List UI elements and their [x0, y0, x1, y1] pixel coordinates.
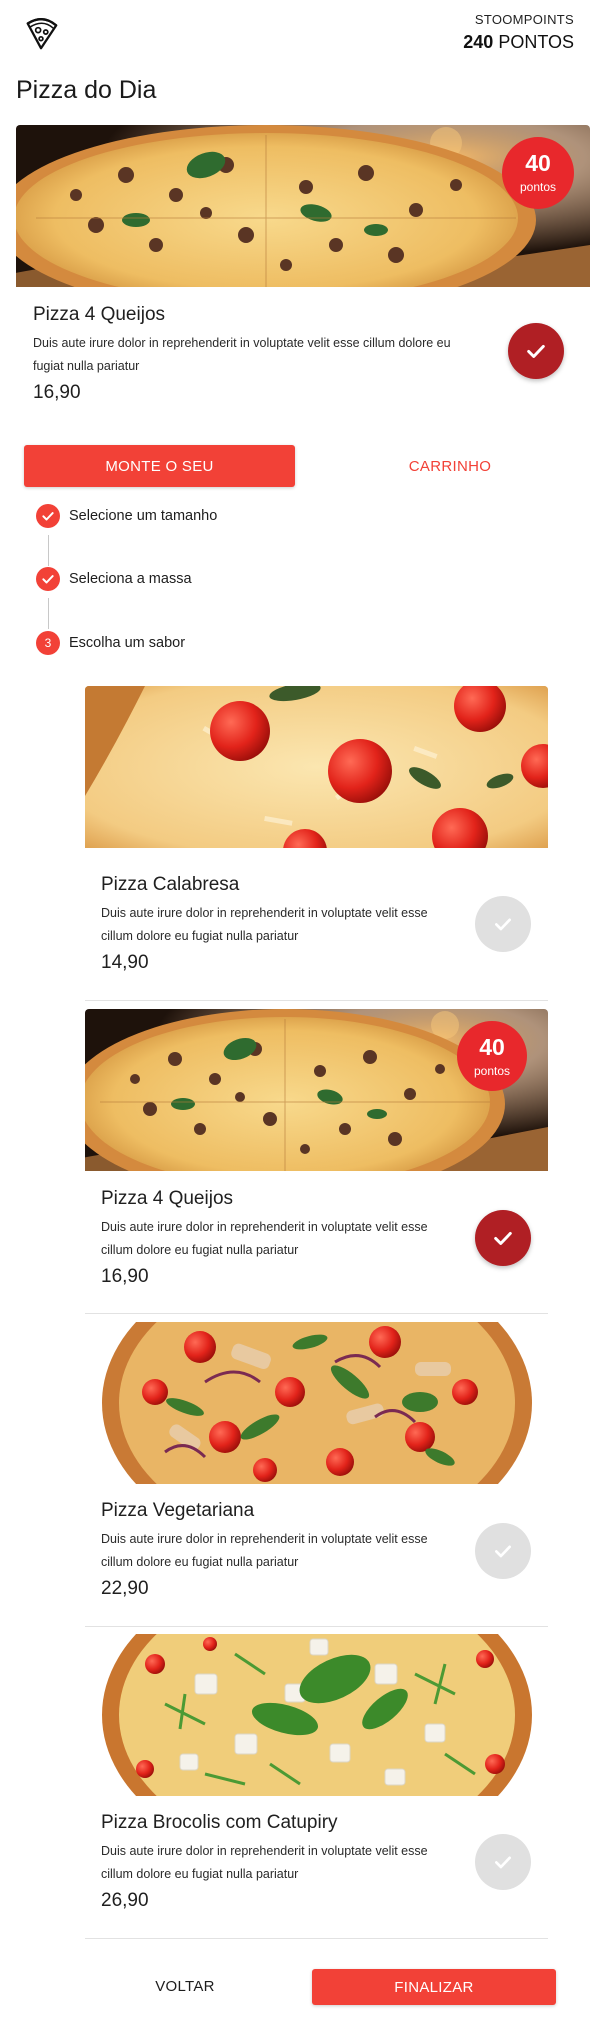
page-title: Pizza do Dia [16, 76, 157, 104]
back-button[interactable]: VOLTAR [100, 1968, 270, 2004]
select-button-vegetariana[interactable] [475, 1523, 531, 1579]
menu-info: Pizza Calabresa Duis aute irure dolor in… [101, 874, 461, 974]
divider [85, 1000, 548, 1001]
menu-description: Duis aute irure dolor in reprehenderit i… [101, 906, 428, 943]
check-icon [495, 1856, 511, 1869]
menu-info: Pizza Vegetariana Duis aute irure dolor … [101, 1500, 461, 1600]
menu-description: Duis aute irure dolor in reprehenderit i… [101, 1532, 428, 1569]
pizza-image [85, 1634, 548, 1796]
check-icon [495, 1545, 511, 1558]
badge-unit: pontos [473, 1064, 511, 1078]
pizza-image [85, 1322, 548, 1484]
step-connector [48, 598, 49, 629]
tab-monte-o-seu[interactable]: MONTE O SEU [24, 445, 295, 487]
featured-price: 16,90 [33, 382, 81, 403]
menu-card-vegetariana[interactable] [85, 1322, 548, 1484]
menu-price: 14,90 [101, 952, 149, 973]
points-badge: 40 pontos [457, 1021, 527, 1091]
featured-name: Pizza 4 Queijos [33, 304, 166, 325]
step-label: Escolha um sabor [69, 635, 186, 651]
step-label: Seleciona a massa [69, 571, 192, 587]
select-button-calabresa[interactable] [475, 896, 531, 952]
menu-description: Duis aute irure dolor in reprehenderit i… [101, 1844, 428, 1881]
badge-value: 40 [525, 150, 551, 176]
divider [85, 1313, 548, 1314]
menu-name: Pizza 4 Queijos [101, 1188, 234, 1209]
featured-pizza-image: 40 pontos [16, 125, 590, 287]
step-number: 3 [36, 631, 60, 655]
step-connector [48, 535, 49, 566]
menu-name: Pizza Calabresa [101, 874, 240, 895]
divider [85, 1938, 548, 1939]
tab-carrinho[interactable]: CARRINHO [320, 445, 580, 487]
check-icon [36, 567, 60, 591]
points-label: STOOMPOINTS [474, 12, 574, 27]
step-size[interactable]: Selecione um tamanho [36, 504, 217, 528]
menu-price: 26,90 [101, 1890, 149, 1911]
menu-name: Pizza Vegetariana [101, 1500, 255, 1521]
menu-card-4-queijos[interactable]: 40 pontos [85, 1009, 548, 1171]
step-label: Selecione um tamanho [69, 508, 218, 524]
check-icon [494, 1231, 512, 1245]
check-icon [495, 918, 511, 931]
points-value: 240 PONTOS [463, 32, 574, 53]
menu-price: 22,90 [101, 1578, 149, 1599]
select-button-4-queijos[interactable] [475, 1210, 531, 1266]
step-dough[interactable]: Seleciona a massa [36, 567, 192, 591]
featured-description: Duis aute irure dolor in reprehenderit i… [33, 336, 451, 373]
menu-name: Pizza Brocolis com Catupiry [101, 1812, 338, 1833]
menu-info: Pizza 4 Queijos Duis aute irure dolor in… [101, 1188, 461, 1288]
menu-card-calabresa[interactable] [85, 686, 548, 848]
points-unit: PONTOS [498, 32, 574, 52]
menu-description: Duis aute irure dolor in reprehenderit i… [101, 1220, 428, 1257]
featured-info: Pizza 4 Queijos Duis aute irure dolor in… [33, 304, 463, 404]
step-flavor[interactable]: 3 Escolha um sabor [36, 631, 185, 655]
menu-price: 16,90 [101, 1266, 149, 1287]
pizza-image: 40 pontos [85, 1009, 548, 1171]
featured-select-button[interactable] [508, 323, 564, 379]
pizza-image [85, 686, 548, 848]
select-button-brocolis-catupiry[interactable] [475, 1834, 531, 1890]
badge-value: 40 [479, 1034, 505, 1060]
menu-card-brocolis-catupiry[interactable] [85, 1634, 548, 1796]
finish-button[interactable]: FINALIZAR [312, 1969, 556, 2005]
points-number: 240 [463, 32, 494, 52]
menu-info: Pizza Brocolis com Catupiry Duis aute ir… [101, 1812, 461, 1912]
divider [85, 1626, 548, 1627]
check-icon [527, 344, 545, 358]
check-icon [36, 504, 60, 528]
points-display: STOOMPOINTS 240 PONTOS [463, 12, 574, 53]
badge-unit: pontos [519, 180, 557, 194]
points-badge: 40 pontos [502, 137, 574, 209]
pizza-slice-icon[interactable] [22, 14, 60, 52]
